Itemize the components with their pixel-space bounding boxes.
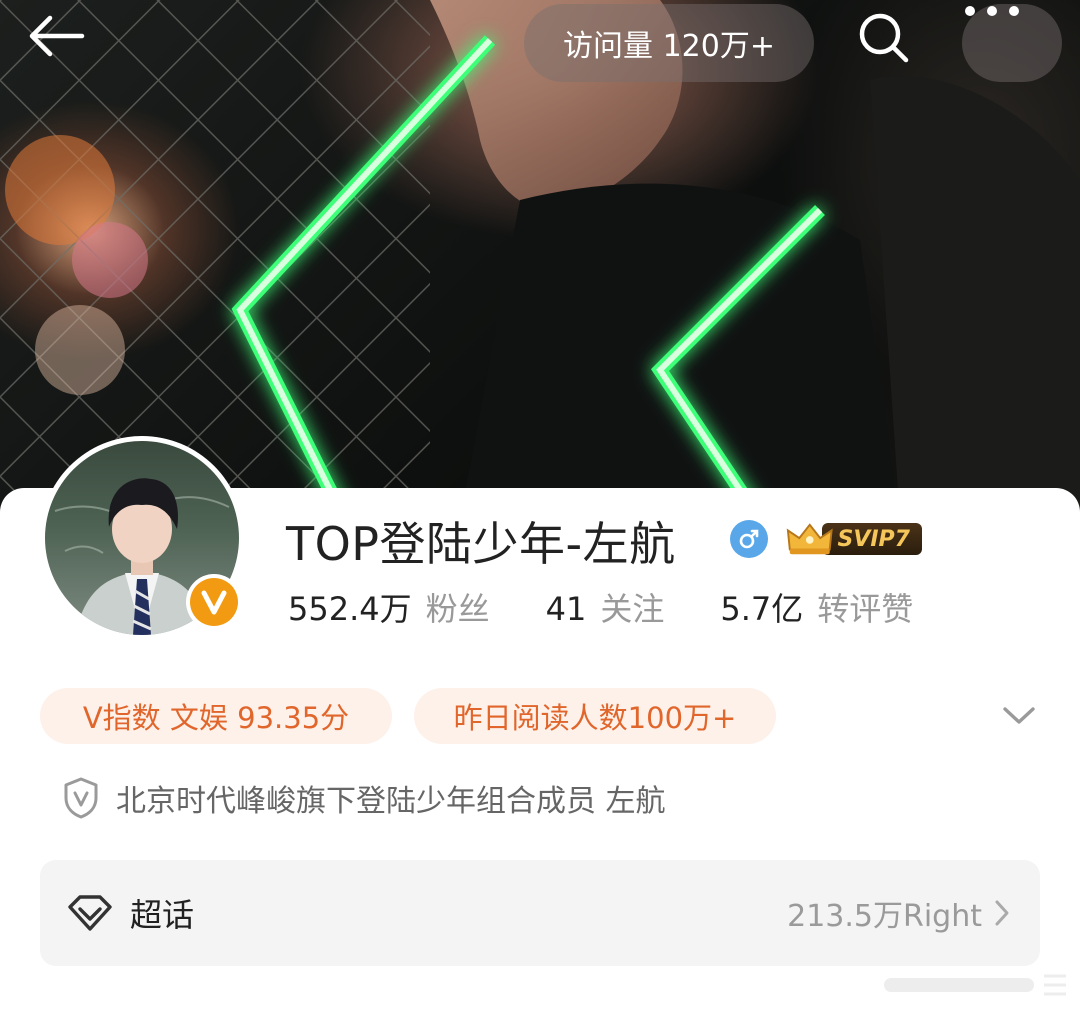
svip-badge[interactable]: SVIP7 bbox=[786, 520, 922, 558]
crown-icon bbox=[786, 523, 833, 555]
stats-row: 552.4万 粉丝 41 关注 5.7亿 转评赞 bbox=[288, 584, 969, 630]
more-dots-icon bbox=[965, 6, 1019, 16]
stat-label: 粉丝 bbox=[425, 590, 490, 628]
certification-text: 北京时代峰峻旗下登陆少年组合成员 左航 bbox=[116, 784, 666, 819]
stat-label: 关注 bbox=[600, 590, 665, 628]
profile-name: TOP登陆少年-左航 bbox=[286, 517, 676, 571]
super-topic-row[interactable]: 超话 213.5万Right bbox=[40, 860, 1040, 966]
stat-value: 5.7亿 bbox=[720, 590, 804, 628]
super-topic-count: 213.5万Right bbox=[787, 899, 982, 934]
stat-value: 41 bbox=[545, 590, 587, 628]
search-icon bbox=[859, 13, 909, 63]
visits-count[interactable]: 访问量 120万+ bbox=[524, 4, 814, 82]
chevron-right-icon bbox=[995, 900, 1009, 926]
super-topic-diamond-icon bbox=[68, 895, 112, 931]
shield-icon bbox=[64, 777, 98, 819]
stat-value: 552.4万 bbox=[288, 590, 412, 628]
svip-label: SVIP7 bbox=[821, 523, 922, 555]
stat-likes[interactable]: 5.7亿 转评赞 bbox=[720, 584, 913, 630]
back-button[interactable] bbox=[26, 14, 106, 74]
verified-v-icon bbox=[201, 590, 227, 615]
chevron-down-icon bbox=[1003, 707, 1035, 724]
watermark-logo bbox=[884, 974, 1066, 996]
search-button[interactable] bbox=[856, 10, 926, 80]
yesterday-reads-tag[interactable]: 昨日阅读人数100万+ bbox=[414, 688, 776, 744]
stat-following[interactable]: 41 关注 bbox=[546, 584, 665, 630]
super-topic-label: 超话 bbox=[130, 896, 195, 934]
stat-followers[interactable]: 552.4万 粉丝 bbox=[288, 584, 490, 630]
certification-row: 北京时代峰峻旗下登陆少年组合成员 左航 bbox=[62, 776, 666, 820]
v-index-tag[interactable]: V指数 文娱 93.35分 bbox=[40, 688, 392, 744]
expand-button[interactable] bbox=[996, 696, 1042, 736]
male-icon bbox=[730, 520, 768, 558]
arrow-left-icon bbox=[29, 15, 85, 57]
verified-badge bbox=[186, 574, 242, 630]
stat-label: 转评赞 bbox=[817, 590, 914, 628]
more-button[interactable] bbox=[962, 4, 1062, 82]
